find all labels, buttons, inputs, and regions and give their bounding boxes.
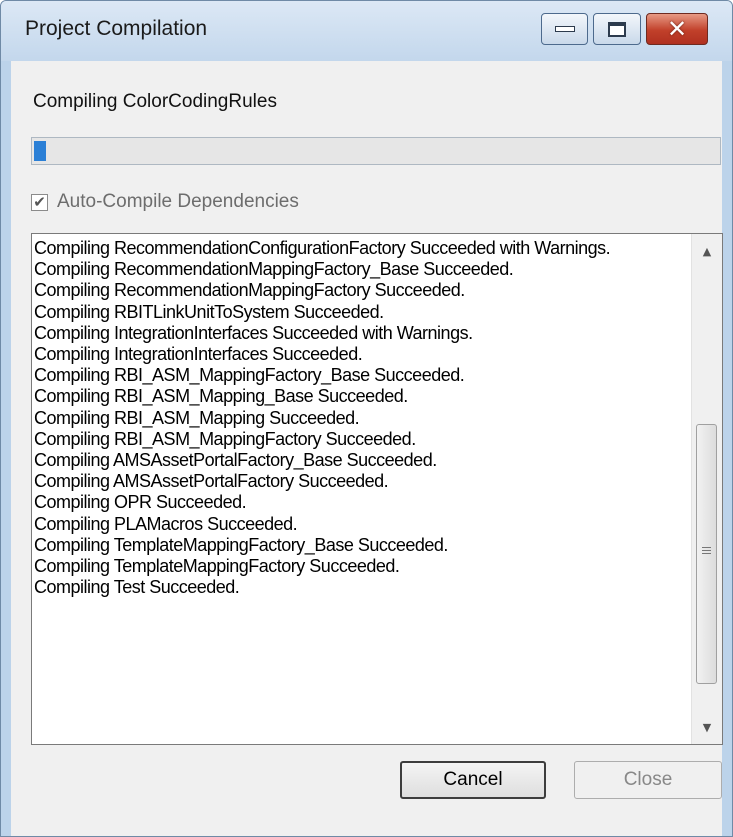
checkmark-icon: ✔: [33, 193, 46, 211]
log-line: Compiling RBI_ASM_MappingFactory_Base Su…: [34, 365, 465, 386]
log-lines: Compiling RecommendationConfigurationFac…: [34, 238, 684, 598]
close-button[interactable]: Close: [574, 761, 722, 799]
cancel-button[interactable]: Cancel: [400, 761, 546, 799]
log-line: Compiling Test Succeeded.: [34, 577, 240, 598]
scroll-thumb[interactable]: [696, 424, 717, 684]
close-window-button[interactable]: ✕: [646, 13, 708, 45]
text-cursor-icon: I: [516, 741, 532, 744]
log-line: Compiling RecommendationMappingFactory S…: [34, 280, 465, 301]
compile-status-text: Compiling ColorCodingRules: [33, 91, 277, 112]
progress-fill: [34, 141, 46, 161]
log-line: Compiling AMSAssetPortalFactory Succeede…: [34, 471, 389, 492]
scroll-down-button[interactable]: ▼: [692, 714, 722, 740]
arrow-down-icon: ▼: [702, 720, 712, 734]
minimize-icon: [554, 26, 575, 32]
compile-log[interactable]: Compiling RecommendationConfigurationFac…: [31, 233, 723, 745]
log-line: Compiling TemplateMappingFactory Succeed…: [34, 556, 400, 577]
log-line: Compiling TemplateMappingFactory_Base Su…: [34, 534, 448, 555]
log-line: Compiling OPR Succeeded.: [34, 492, 247, 513]
auto-compile-label: Auto-Compile Dependencies: [57, 191, 299, 212]
scroll-up-button[interactable]: ▲: [692, 238, 722, 264]
window-title: Project Compilation: [25, 17, 208, 40]
grip-icon: [702, 547, 711, 556]
log-line: Compiling RecommendationMappingFactory_B…: [34, 259, 514, 280]
title-bar[interactable]: Project Compilation ✕: [1, 1, 732, 61]
log-line: Compiling RBI_ASM_MappingFactory Succeed…: [34, 428, 416, 449]
log-line: Compiling IntegrationInterfaces Succeede…: [34, 344, 363, 365]
minimize-button[interactable]: [541, 13, 588, 45]
log-line: Compiling IntegrationInterfaces Succeede…: [34, 322, 473, 343]
log-line: Compiling RBITLinkUnitToSystem Succeeded…: [34, 301, 384, 322]
progress-bar: [31, 137, 721, 165]
project-compilation-window: Project Compilation ✕ Compiling ColorCod…: [0, 0, 733, 837]
arrow-up-icon: ▲: [702, 244, 712, 258]
auto-compile-checkbox[interactable]: ✔: [31, 193, 48, 211]
log-line: Compiling RBI_ASM_Mapping Succeeded.: [34, 407, 360, 428]
dialog-body: Compiling ColorCodingRules ✔ Auto-Compil…: [11, 61, 723, 836]
maximize-icon: [608, 21, 626, 37]
log-line: Compiling AMSAssetPortalFactory_Base Suc…: [34, 450, 437, 471]
maximize-button[interactable]: [593, 13, 641, 45]
log-line: Compiling PLAMacros Succeeded.: [34, 513, 298, 534]
close-icon: ✕: [666, 15, 688, 43]
log-line: Compiling RBI_ASM_Mapping_Base Succeeded…: [34, 386, 408, 407]
vertical-scrollbar[interactable]: ▲ ▼: [691, 234, 722, 744]
log-line: Compiling RecommendationConfigurationFac…: [34, 238, 611, 258]
auto-compile-checkbox-row: ✔ Auto-Compile Dependencies: [31, 187, 299, 217]
